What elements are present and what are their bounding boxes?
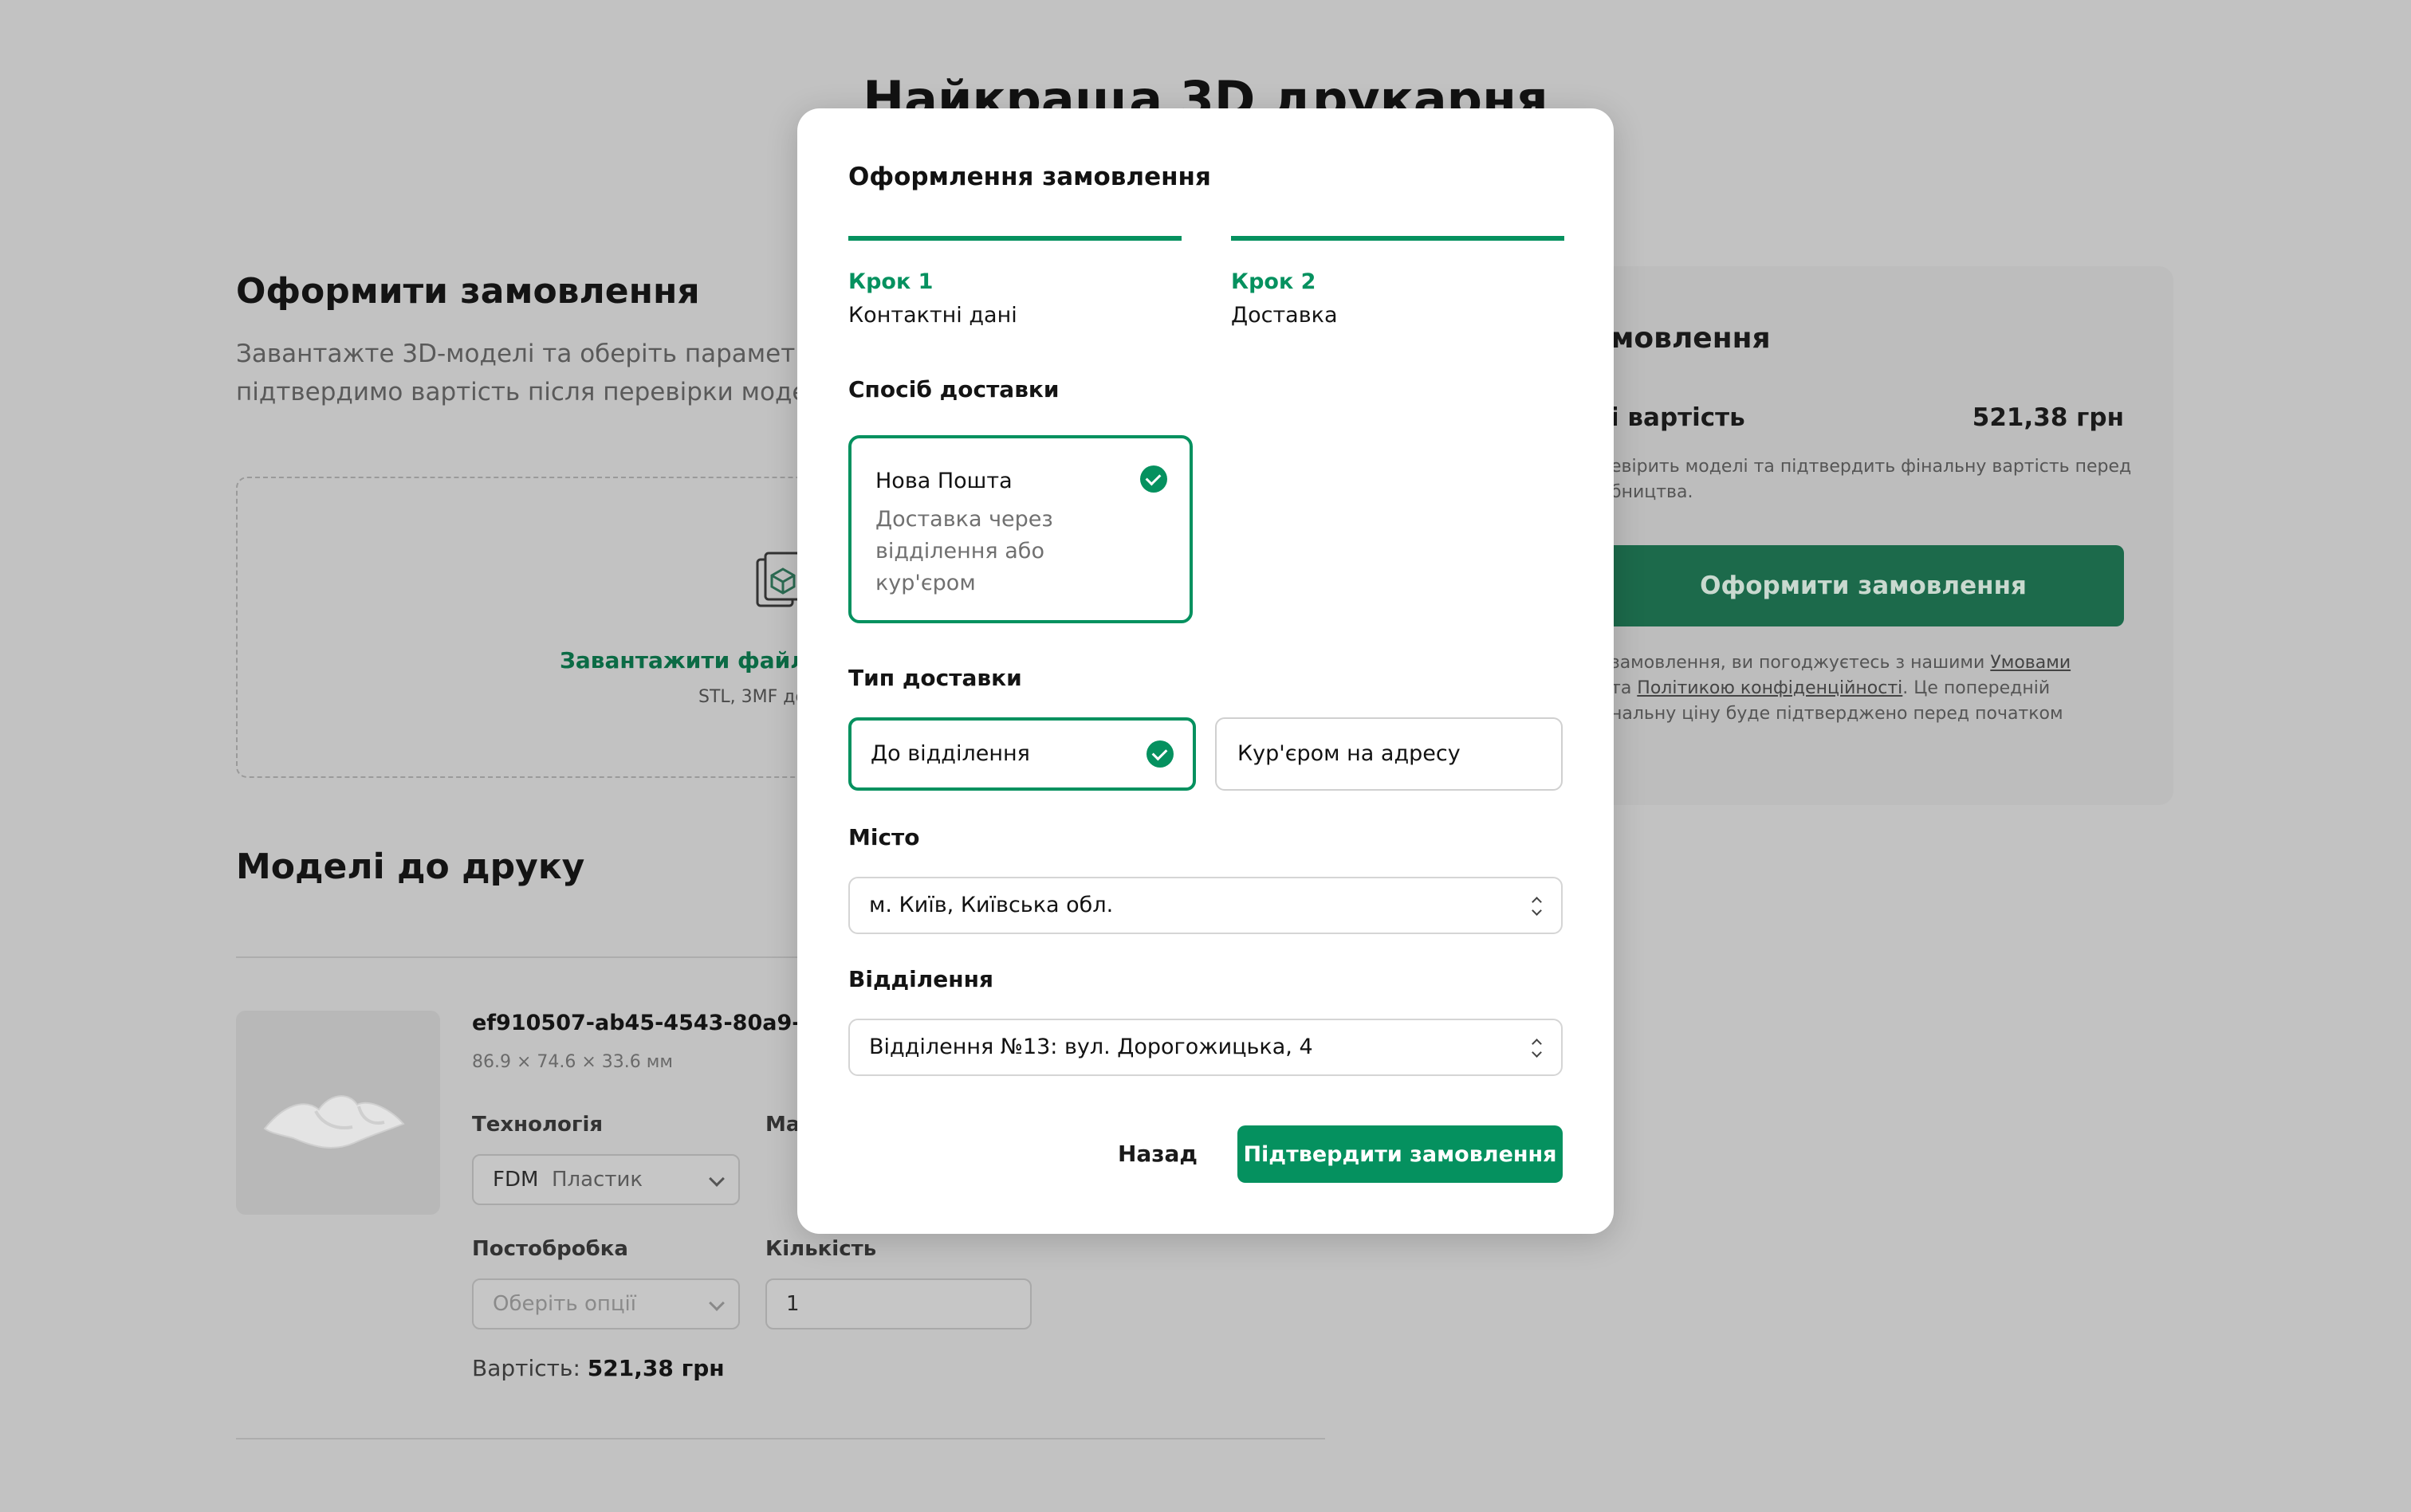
step-1-progress-bar [848, 236, 1182, 241]
chevron-updown-icon [1531, 1038, 1542, 1058]
model-cost: Вартість: 521,38 грн [472, 1355, 725, 1381]
delivery-type-branch[interactable]: До відділення [848, 717, 1196, 791]
step-2-number: Крок 2 [1231, 269, 1316, 294]
model-cost-value: 521,38 грн [587, 1355, 725, 1381]
delivery-method-label: Спосіб доставки [848, 376, 1060, 403]
nova-poshta-option[interactable]: Нова Пошта Доставка через відділення або… [848, 435, 1193, 623]
delivery-type-courier[interactable]: Кур'єром на адресу [1215, 717, 1563, 791]
delivery-type-courier-label: Кур'єром на адресу [1237, 741, 1461, 766]
modal-title: Оформлення замовлення [848, 163, 1211, 191]
quantity-value: 1 [786, 1292, 800, 1316]
checkout-modal: Оформлення замовлення Крок 1 Контактні д… [797, 108, 1614, 1234]
chevron-down-icon [709, 1295, 725, 1311]
checkmark-icon [1140, 465, 1167, 493]
privacy-link[interactable]: Політикою конфіденційності [1637, 678, 1902, 698]
step-1-number: Крок 1 [848, 269, 934, 294]
city-label: Місто [848, 824, 920, 850]
legal-mid: та [1611, 678, 1638, 698]
back-button[interactable]: Назад [1110, 1125, 1206, 1181]
order-intro: Завантажте 3D-моделі та оберіть параметр… [236, 335, 842, 411]
models-section-title: Моделі до друку [236, 846, 585, 887]
legal-prefix: замовлення, ви погоджуєтесь з нашими [1611, 653, 1991, 673]
model-thumbnail [236, 1011, 440, 1215]
technology-select[interactable]: FDM Пластик [472, 1154, 740, 1205]
checkmark-icon [1147, 740, 1174, 768]
step-1-name: Контактні дані [848, 303, 1017, 328]
quantity-input[interactable]: 1 [765, 1278, 1032, 1329]
summary-legal: замовлення, ви погоджуєтесь з нашими Умо… [1611, 650, 2105, 727]
branch-label: Відділення [848, 966, 993, 992]
summary-total-value: 521,38 грн [1972, 403, 2124, 432]
postprocessing-placeholder: Оберіть опції [493, 1292, 637, 1316]
technology-sub: Пластик [551, 1168, 643, 1192]
delivery-type-branch-label: До відділення [871, 741, 1030, 766]
technology-label: Технологія [472, 1113, 604, 1137]
page: Найкраща 3D друкарня Оформити замовлення… [0, 0, 2411, 1512]
upload-formats: STL, 3MF дo [698, 687, 806, 707]
material-label: Ма [765, 1113, 800, 1137]
city-value: м. Київ, Київська обл. [869, 893, 1114, 917]
step-2-progress-bar [1231, 236, 1564, 241]
model-cost-label: Вартість: [472, 1355, 588, 1381]
summary-total-label: і вартість [1611, 403, 1745, 432]
summary-title: мовлення [1611, 322, 1771, 355]
postprocessing-select[interactable]: Оберіть опції [472, 1278, 740, 1329]
confirm-order-button[interactable]: Підтвердити замовлення [1237, 1125, 1563, 1183]
technology-value: FDM [493, 1168, 539, 1192]
delivery-type-label: Тип доставки [848, 665, 1022, 691]
chevron-updown-icon [1531, 896, 1542, 917]
order-intro-line-2: підтвердимо вартість після перевірки мод… [236, 378, 824, 406]
terms-link[interactable]: Умовами [1990, 653, 2071, 673]
step-2-name: Доставка [1231, 303, 1338, 328]
summary-note: евірить моделі та підтвердить фінальну в… [1611, 457, 2132, 502]
model-preview-icon [263, 1095, 405, 1149]
quantity-label: Кількість [765, 1237, 877, 1261]
postprocessing-label: Постобробка [472, 1237, 628, 1261]
branch-value: Відділення №13: вул. Дорогожицька, 4 [869, 1035, 1313, 1059]
nova-poshta-name: Нова Пошта [875, 469, 1013, 493]
order-section-title: Оформити замовлення [236, 271, 700, 312]
file-dropzone[interactable]: Завантажити файл аб STL, 3MF дo [236, 477, 842, 778]
submit-order-button[interactable]: Оформити замовлення [1603, 545, 2124, 626]
chevron-down-icon [709, 1171, 725, 1187]
branch-select[interactable]: Відділення №13: вул. Дорогожицька, 4 [848, 1019, 1563, 1076]
models-divider-bottom [236, 1438, 1325, 1439]
upload-file-link[interactable]: Завантажити файл [560, 647, 807, 674]
order-intro-line-1: Завантажте 3D-моделі та оберіть параметр… [236, 340, 842, 368]
model-dimensions: 86.9 × 74.6 × 33.6 мм [472, 1052, 673, 1072]
city-select[interactable]: м. Київ, Київська обл. [848, 877, 1563, 934]
nova-poshta-description: Доставка через відділення або кур'єром [875, 507, 1053, 595]
